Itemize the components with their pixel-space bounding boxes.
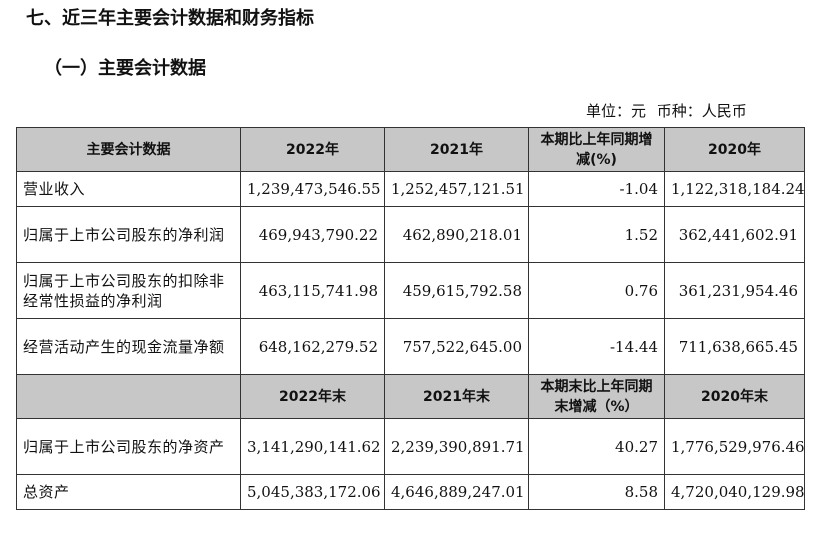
value-cell: 1,252,457,121.51: [384, 171, 529, 207]
row-label: 总资产: [16, 474, 241, 510]
value-cell: 1.52: [528, 206, 665, 263]
header-cell: 2020年末: [664, 374, 805, 419]
currency-label: 币种：人民币: [656, 102, 747, 120]
header-cell: 2021年: [384, 127, 529, 172]
table-header-row: 主要会计数据 2022年 2021年 本期比上年同期增减(%) 2020年: [16, 127, 805, 172]
value-cell: 0.76: [528, 262, 665, 319]
table-row: 总资产 5,045,383,172.06 4,646,889,247.01 8.…: [16, 474, 805, 510]
section-heading: 七、近三年主要会计数据和财务指标: [26, 8, 314, 29]
value-cell: 40.27: [528, 418, 665, 475]
value-cell: 711,638,665.45: [664, 318, 805, 375]
accounting-data-table: 主要会计数据 2022年 2021年 本期比上年同期增减(%) 2020年 营业…: [16, 127, 805, 510]
header-cell: 2022年末: [240, 374, 385, 419]
value-cell: -1.04: [528, 171, 665, 207]
header-cell: 2020年: [664, 127, 805, 172]
table-row: 归属于上市公司股东的净资产 3,141,290,141.62 2,239,390…: [16, 418, 805, 475]
header-cell: 主要会计数据: [16, 127, 241, 172]
subsection-heading: （一）主要会计数据: [44, 58, 206, 79]
row-label: 营业收入: [16, 171, 241, 207]
value-cell: 361,231,954.46: [664, 262, 805, 319]
value-cell: 3,141,290,141.62: [240, 418, 385, 475]
table-row: 归属于上市公司股东的扣除非经常性损益的净利润 463,115,741.98 45…: [16, 262, 805, 319]
row-label: 归属于上市公司股东的净利润: [16, 206, 241, 263]
value-cell: 648,162,279.52: [240, 318, 385, 375]
unit-label: 单位：元: [586, 102, 647, 120]
row-label: 归属于上市公司股东的扣除非经常性损益的净利润: [16, 262, 241, 319]
value-cell: 469,943,790.22: [240, 206, 385, 263]
value-cell: 462,890,218.01: [384, 206, 529, 263]
value-cell: 1,122,318,184.24: [664, 171, 805, 207]
value-cell: 1,239,473,546.55: [240, 171, 385, 207]
value-cell: 4,720,040,129.98: [664, 474, 805, 510]
value-cell: 757,522,645.00: [384, 318, 529, 375]
table-row: 经营活动产生的现金流量净额 648,162,279.52 757,522,645…: [16, 318, 805, 375]
unit-note: 单位：元 币种：人民币: [580, 100, 747, 121]
value-cell: 459,615,792.58: [384, 262, 529, 319]
header-cell: 本期末比上年同期末增减（%）: [528, 374, 665, 419]
value-cell: 2,239,390,891.71: [384, 418, 529, 475]
table-row: 归属于上市公司股东的净利润 469,943,790.22 462,890,218…: [16, 206, 805, 263]
row-label: 归属于上市公司股东的净资产: [16, 418, 241, 475]
header-cell: 2022年: [240, 127, 385, 172]
value-cell: 8.58: [528, 474, 665, 510]
header-cell: 本期比上年同期增减(%): [528, 127, 665, 172]
table-header-row: 2022年末 2021年末 本期末比上年同期末增减（%） 2020年末: [16, 374, 805, 419]
value-cell: 5,045,383,172.06: [240, 474, 385, 510]
row-label: 经营活动产生的现金流量净额: [16, 318, 241, 375]
value-cell: -14.44: [528, 318, 665, 375]
value-cell: 463,115,741.98: [240, 262, 385, 319]
header-cell: 2021年末: [384, 374, 529, 419]
value-cell: 4,646,889,247.01: [384, 474, 529, 510]
header-cell: [16, 374, 241, 419]
value-cell: 1,776,529,976.46: [664, 418, 805, 475]
value-cell: 362,441,602.91: [664, 206, 805, 263]
table-row: 营业收入 1,239,473,546.55 1,252,457,121.51 -…: [16, 171, 805, 207]
